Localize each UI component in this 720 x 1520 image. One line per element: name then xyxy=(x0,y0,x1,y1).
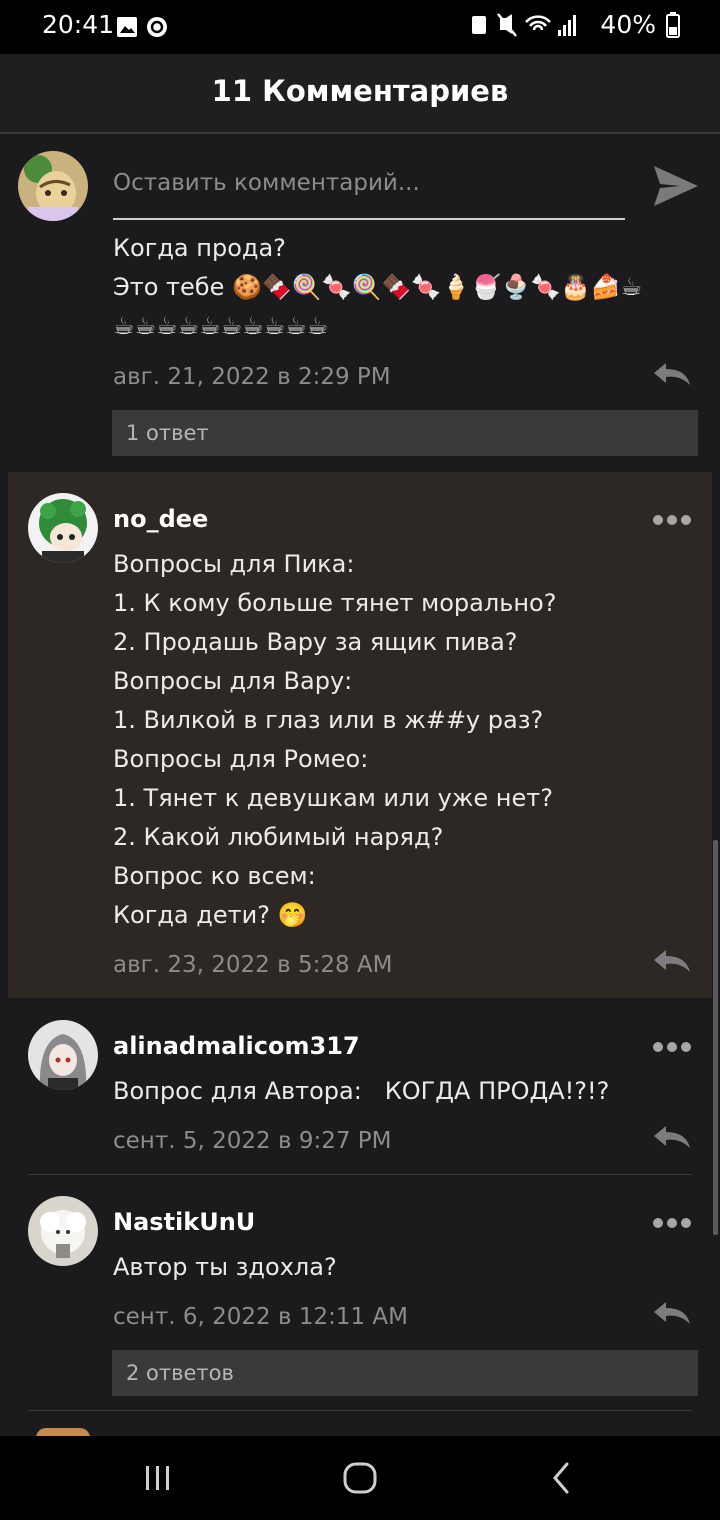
reply-icon[interactable] xyxy=(652,1122,692,1152)
comment-line-text: Это тебе 🍪🍫🍭🍬🍭🍫🍬🍦🍧🍨🍬🎂🍰☕ xyxy=(113,273,642,301)
status-bar: 20:41 40% xyxy=(0,0,720,54)
replies-toggle[interactable]: 2 ответов xyxy=(112,1350,698,1396)
comment-date: сент. 5, 2022 в 9:27 PM xyxy=(113,1128,392,1154)
recent-apps-icon[interactable] xyxy=(136,1456,180,1500)
comment-line: Вопрос для Автора: КОГДА ПРОДА!?!? xyxy=(113,1077,610,1105)
status-right: 40% xyxy=(470,10,680,39)
comment-date: сент. 6, 2022 в 12:11 AM xyxy=(113,1304,408,1330)
replies-toggle[interactable]: 1 ответ xyxy=(112,410,698,456)
page-title: 11 Комментариев xyxy=(211,74,509,108)
system-status-icons xyxy=(472,12,577,37)
comment-input[interactable]: Оставить комментарий... xyxy=(113,166,625,220)
comment-divider xyxy=(28,1174,692,1175)
comment-line: Автор ты здохла? xyxy=(113,1253,337,1281)
comment-line: 1. Тянет к девушкам или уже нет? xyxy=(113,784,553,812)
comment-line: ☕☕☕☕☕☕☕☕☕☕ xyxy=(113,312,329,340)
comment-line: Вопрос ко всем: xyxy=(113,862,316,890)
system-nav-bar xyxy=(0,1436,720,1520)
comments-header: 11 Комментариев xyxy=(0,54,720,134)
comment-line: Вопросы для Вару: xyxy=(113,667,353,695)
scrollbar[interactable] xyxy=(713,840,718,1235)
reply-icon[interactable] xyxy=(652,1298,692,1328)
comment-username[interactable]: alinadmalicom317 xyxy=(113,1032,360,1060)
avatar[interactable] xyxy=(28,1196,98,1266)
comment-line: Вопросы для Ромео: xyxy=(113,745,369,773)
comment-line: Когда прода? xyxy=(113,234,286,262)
gallery-icon xyxy=(117,17,167,37)
status-notification-icons xyxy=(116,15,176,43)
avatar[interactable] xyxy=(28,493,98,563)
status-time: 20:41 xyxy=(42,10,115,39)
reply-icon[interactable] xyxy=(652,359,692,389)
send-icon[interactable] xyxy=(650,160,702,212)
more-icon[interactable] xyxy=(652,1215,692,1229)
comment-line: 2. Продашь Вару за ящик пива? xyxy=(113,628,518,656)
comment-line: 2. Какой любимый наряд? xyxy=(113,823,444,851)
comment-line: Когда дети? 🤭 xyxy=(113,901,308,929)
comment-line: 1. Вилкой в глаз или в ж##у раз? xyxy=(113,706,544,734)
comment-divider xyxy=(28,1410,692,1411)
back-icon[interactable] xyxy=(540,1456,584,1500)
avatar[interactable] xyxy=(28,1020,98,1090)
comment-date: авг. 21, 2022 в 2:29 PM xyxy=(113,364,391,390)
home-icon[interactable] xyxy=(338,1456,382,1500)
battery-percent: 40% xyxy=(600,10,656,39)
comment-username[interactable]: no_dee xyxy=(113,505,208,533)
comment-username[interactable]: NastikUnU xyxy=(113,1208,255,1236)
battery-icon xyxy=(666,11,680,38)
more-icon[interactable] xyxy=(652,1039,692,1053)
comment-date: авг. 23, 2022 в 5:28 AM xyxy=(113,952,393,978)
reply-icon[interactable] xyxy=(652,946,692,976)
more-icon[interactable] xyxy=(652,512,692,526)
comment-line: 1. К кому больше тянет морально? xyxy=(113,589,557,617)
current-user-avatar[interactable] xyxy=(18,151,88,221)
comment-line: Это тебе 🍪🍫🍭🍬🍭🍫🍬🍦🍧🍨🍬🎂🍰☕ xyxy=(113,268,642,307)
comment-line: Вопросы для Пика: xyxy=(113,550,355,578)
